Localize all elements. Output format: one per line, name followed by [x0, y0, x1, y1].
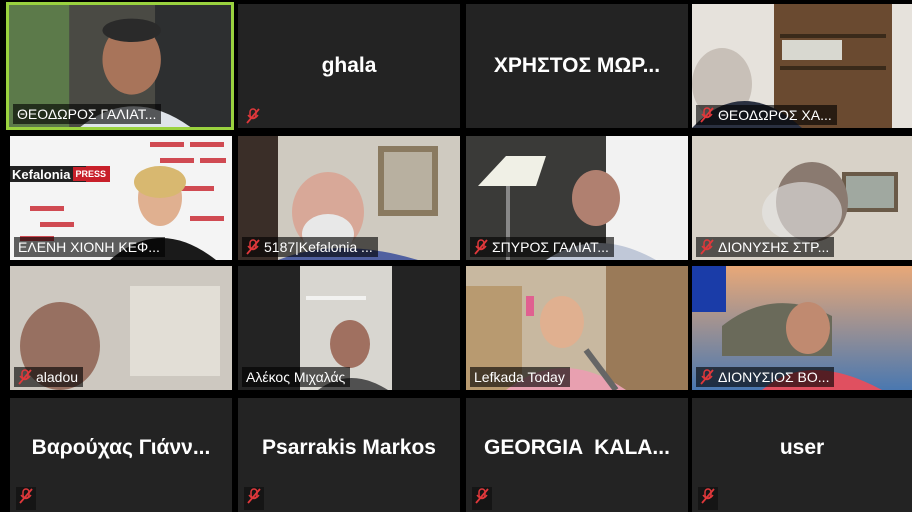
- backdrop-logo-text: Kefalonia: [12, 166, 71, 182]
- participant-name-label: ΣΠΥΡΟΣ ΓΑΛΙΑΤ...: [470, 237, 614, 257]
- participant-name: ΔΙΟΝΥΣΗΣ ΣΤΡ...: [718, 239, 830, 255]
- video-tile-3[interactable]: ΧΡΗΣΤΟΣ ΜΩΡ...: [466, 4, 688, 128]
- participant-name-label: ΔΙΟΝΥΣΙΟΣ ΒΟ...: [696, 367, 835, 387]
- participant-name: ΣΠΥΡΟΣ ΓΑΛΙΑΤ...: [492, 239, 609, 255]
- participant-name: ΔΙΟΝΥΣΙΟΣ ΒΟ...: [718, 369, 830, 385]
- participant-name-label: ΕΛΕΝΗ ΧΙΟΝΗ ΚΕΦ...: [14, 237, 165, 257]
- participant-name: Psarrakis Markos: [262, 436, 436, 459]
- participant-name: GEORGIA KALA...: [484, 436, 670, 459]
- video-tile-14[interactable]: Psarrakis Markos: [238, 398, 460, 512]
- mic-muted-icon: [700, 369, 714, 385]
- video-tile-11[interactable]: Lefkada Today: [466, 266, 688, 390]
- mic-muted-icon: [701, 488, 715, 504]
- mic-muted-icon: [19, 488, 33, 504]
- video-tile-2[interactable]: ghala: [238, 4, 460, 128]
- participant-name: Βαρούχας Γιάνν...: [31, 436, 211, 459]
- participant-name-label: ΔΙΟΝΥΣΗΣ ΣΤΡ...: [696, 237, 835, 257]
- participant-mic-status: [244, 487, 264, 510]
- mic-muted-icon: [247, 488, 261, 504]
- participant-name: Lefkada Today: [474, 369, 565, 385]
- participant-name: 5187|Kefalonia ...: [264, 239, 373, 255]
- participant-name: user: [779, 436, 825, 459]
- video-tile-15[interactable]: GEORGIA KALA...: [466, 398, 688, 512]
- participant-mic-status: [472, 487, 492, 510]
- mic-muted-icon: [246, 108, 260, 124]
- participant-mic-status: [16, 487, 36, 510]
- video-tile-16[interactable]: user: [692, 398, 912, 512]
- video-tile-1[interactable]: ΘΕΟΔΩΡΟΣ ΓΑΛΙΑΤ...: [6, 2, 234, 130]
- mic-muted-icon: [700, 239, 714, 255]
- backdrop-logo: Kefalonia PRESS: [10, 166, 110, 182]
- participant-name-label: [242, 107, 265, 125]
- backdrop-logo-badge: PRESS: [72, 167, 110, 181]
- participant-name: ghala: [321, 54, 377, 77]
- participant-name: ΕΛΕΝΗ ΧΙΟΝΗ ΚΕΦ...: [18, 239, 160, 255]
- participant-name: Αλέκος Μιχαλάς: [246, 369, 346, 385]
- video-tile-13[interactable]: Βαρούχας Γιάνν...: [10, 398, 232, 512]
- video-tile-8[interactable]: ΔΙΟΝΥΣΗΣ ΣΤΡ...: [692, 136, 912, 260]
- participant-name: ΘΕΟΔΩΡΟΣ ΧΑ...: [718, 107, 832, 123]
- video-tile-9[interactable]: aladou: [10, 266, 232, 390]
- video-tile-12[interactable]: ΔΙΟΝΥΣΙΟΣ ΒΟ...: [692, 266, 912, 390]
- participant-name-label: Αλέκος Μιχαλάς: [242, 367, 351, 387]
- participant-name-label: aladou: [14, 367, 84, 387]
- participant-mic-status: [698, 487, 718, 510]
- participant-name-label: 5187|Kefalonia ...: [242, 237, 378, 257]
- participant-name-label: ΘΕΟΔΩΡΟΣ ΧΑ...: [696, 105, 837, 125]
- participant-name-label: ΘΕΟΔΩΡΟΣ ΓΑΛΙΑΤ...: [13, 104, 162, 124]
- video-tile-5[interactable]: Kefalonia PRESS ΕΛΕΝΗ ΧΙΟΝΗ ΚΕΦ...: [10, 136, 232, 260]
- mic-muted-icon: [475, 488, 489, 504]
- participant-name-label: Lefkada Today: [470, 367, 570, 387]
- video-tile-10[interactable]: Αλέκος Μιχαλάς: [238, 266, 460, 390]
- participant-name: ΧΡΗΣΤΟΣ ΜΩΡ...: [493, 54, 661, 77]
- participant-name: aladou: [36, 369, 79, 385]
- mic-muted-icon: [246, 239, 260, 255]
- video-tile-4[interactable]: ΘΕΟΔΩΡΟΣ ΧΑ...: [692, 4, 912, 128]
- mic-muted-icon: [474, 239, 488, 255]
- participant-name: ΘΕΟΔΩΡΟΣ ΓΑΛΙΑΤ...: [17, 106, 157, 122]
- mic-muted-icon: [18, 369, 32, 385]
- video-tile-6[interactable]: 5187|Kefalonia ...: [238, 136, 460, 260]
- video-tile-7[interactable]: ΣΠΥΡΟΣ ΓΑΛΙΑΤ...: [466, 136, 688, 260]
- mic-muted-icon: [700, 107, 714, 123]
